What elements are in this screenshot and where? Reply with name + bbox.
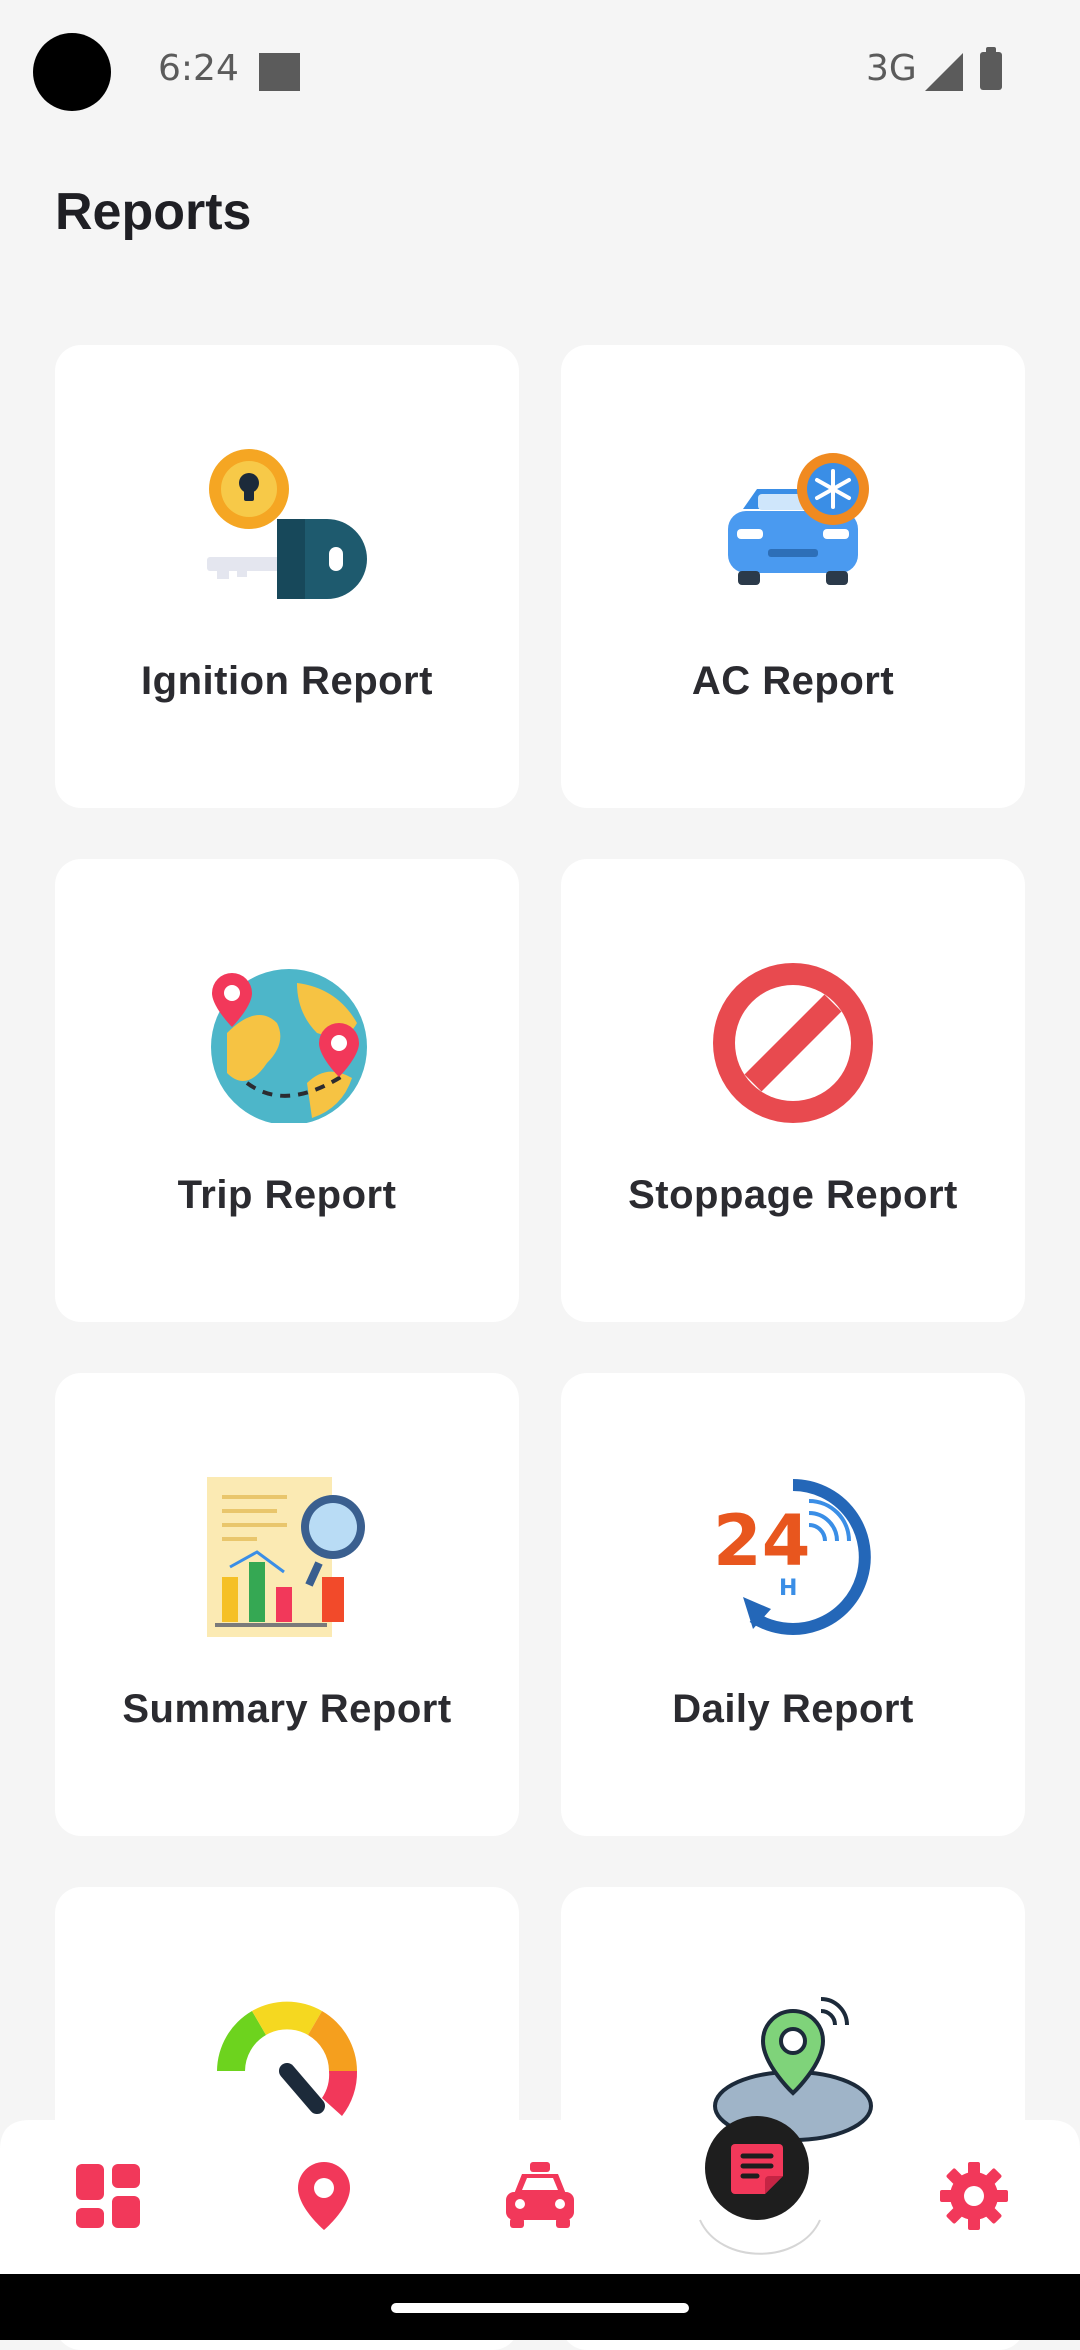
report-card-stoppage[interactable]: Stoppage Report xyxy=(561,859,1025,1322)
report-card-ac[interactable]: AC Report xyxy=(561,345,1025,808)
24-hour-icon: 24 H xyxy=(713,1479,871,1635)
battery-icon xyxy=(980,47,1002,90)
camera-cutout xyxy=(33,33,111,111)
page-title: Reports xyxy=(55,183,252,241)
globe-route-icon xyxy=(211,969,367,1123)
report-note-icon xyxy=(731,2144,783,2194)
report-card-ignition[interactable]: Ignition Report xyxy=(55,345,519,808)
report-label: AC Report xyxy=(691,659,895,703)
notification-icon xyxy=(259,53,300,91)
report-label: Stoppage Report xyxy=(628,1173,958,1217)
report-card-trip[interactable]: Trip Report xyxy=(55,859,519,1322)
bottom-navigation xyxy=(0,2120,1080,2274)
car-ac-icon xyxy=(728,453,869,585)
home-indicator[interactable] xyxy=(391,2303,689,2313)
ignition-key-icon xyxy=(207,449,367,599)
report-card-summary[interactable]: Summary Report xyxy=(55,1373,519,1836)
status-time: 6:24 xyxy=(158,48,239,89)
dashboard-icon[interactable] xyxy=(68,2156,148,2236)
summary-chart-icon xyxy=(207,1477,365,1637)
network-type: 3G xyxy=(866,48,917,89)
report-label: Summary Report xyxy=(122,1687,452,1731)
report-label: Ignition Report xyxy=(141,659,433,703)
gear-icon[interactable] xyxy=(934,2156,1014,2236)
status-bar: 6:24 3G xyxy=(0,0,1080,140)
car-icon[interactable] xyxy=(500,2156,580,2236)
report-card-daily[interactable]: 24 H Daily Report xyxy=(561,1373,1025,1836)
svg-text:H: H xyxy=(779,1576,797,1601)
stop-sign-icon xyxy=(713,963,873,1123)
location-pin-icon[interactable] xyxy=(284,2156,364,2236)
reports-fab-button[interactable] xyxy=(705,2116,809,2220)
signal-icon xyxy=(925,53,963,91)
svg-text:24: 24 xyxy=(713,1500,810,1582)
report-label: Trip Report xyxy=(177,1173,397,1217)
report-label: Daily Report xyxy=(672,1687,914,1731)
